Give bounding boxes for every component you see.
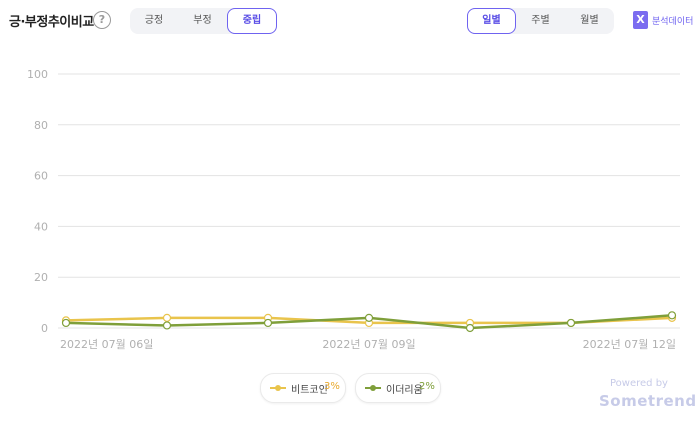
legend-percent-bitcoin: 3% — [324, 381, 340, 392]
legend-item-ethereum[interactable]: 이더리움 2% — [355, 373, 441, 403]
legend-label-ethereum: 이더리움 — [386, 385, 423, 396]
x-tick-label: 2022년 07월 09일 — [322, 337, 415, 351]
data-point-ethereum — [566, 318, 576, 328]
legend-item-bitcoin[interactable]: 비트코인 3% — [260, 373, 346, 403]
legend-percent-ethereum: 2% — [419, 381, 435, 392]
line-chart: 0 20 40 60 80 100 2022년 07월 06일 2022년 07월 09일 20… — [27, 68, 680, 351]
data-point-ethereum — [667, 311, 677, 320]
y-tick-label: 20 — [34, 271, 48, 284]
y-tick-label: 40 — [34, 220, 48, 233]
legend-label-bitcoin: 비트코인 — [291, 385, 328, 396]
powered-by-label: Powered by — [610, 378, 668, 389]
y-tick-label: 100 — [27, 68, 48, 81]
data-point-ethereum — [364, 313, 374, 322]
y-tick-label: 0 — [41, 322, 48, 335]
data-point-ethereum — [61, 318, 71, 328]
data-point-ethereum — [465, 323, 475, 333]
x-tick-label: 2022년 07월 12일 — [583, 337, 676, 351]
y-tick-label: 60 — [34, 170, 48, 183]
legend-marker-bitcoin — [270, 385, 286, 391]
y-tick-label: 80 — [34, 119, 48, 132]
legend-marker-ethereum — [365, 385, 381, 391]
data-point-bitcoin — [162, 313, 172, 322]
data-point-ethereum — [162, 321, 172, 330]
data-point-ethereum — [263, 318, 273, 328]
brand-logo: Sometrend — [599, 392, 697, 410]
x-tick-label: 2022년 07월 06일 — [60, 337, 153, 351]
